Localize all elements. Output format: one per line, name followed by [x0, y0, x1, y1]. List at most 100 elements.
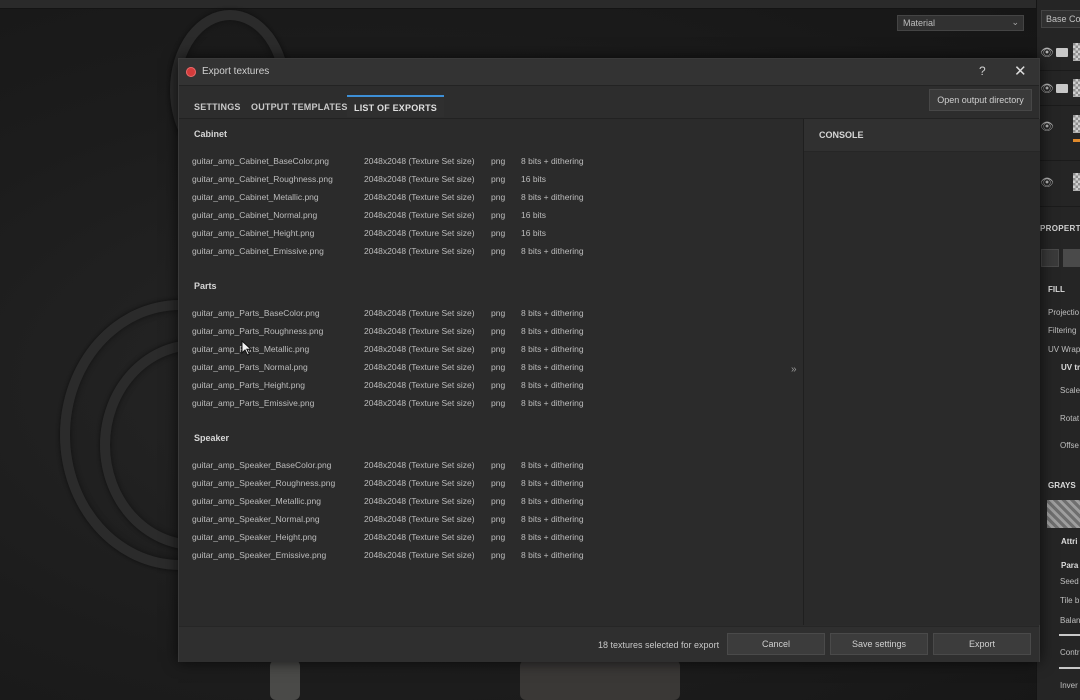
export-file-row[interactable]: guitar_amp_Speaker_BaseColor.png 2048x204…: [179, 457, 802, 475]
parameters-label[interactable]: Para: [1061, 561, 1078, 570]
export-file-row[interactable]: guitar_amp_Parts_Metallic.png2048x2048 (…: [179, 341, 802, 359]
channel-select[interactable]: Base Colo: [1041, 10, 1080, 28]
file-bit-depth: 8 bits + dithering: [521, 308, 584, 318]
export-file-row[interactable]: guitar_amp_Speaker_Metallic.png 2048x2048…: [179, 493, 802, 511]
tab-list-of-exports[interactable]: LIST OF EXPORTS: [347, 95, 445, 117]
export-button[interactable]: Export: [933, 633, 1031, 655]
amp-shape: [520, 660, 680, 700]
eye-icon[interactable]: 👁: [1040, 82, 1054, 95]
export-file-row[interactable]: guitar_amp_Speaker_Emissive.png 2048x2048…: [179, 547, 802, 565]
file-format: png: [491, 192, 506, 202]
file-format: png: [491, 156, 506, 166]
export-file-row[interactable]: guitar_amp_Cabinet_Emissive.png 2048x2048…: [179, 243, 802, 261]
file-bit-depth: 16 bits: [521, 228, 547, 238]
file-format: png: [491, 514, 506, 524]
export-textures-dialog: Export textures ? ✕ SETTINGS OUTPUT TEMP…: [178, 58, 1040, 662]
properties-tab[interactable]: [1041, 249, 1059, 267]
eye-icon[interactable]: 👁: [1040, 176, 1054, 189]
file-bit-depth: 8 bits + dithering: [521, 478, 584, 488]
file-name: guitar_amp_Parts_Roughness.png: [192, 326, 324, 336]
file-name: guitar_amp_Speaker_Roughness.png: [192, 478, 336, 488]
group-title: Parts: [194, 281, 217, 291]
contrast-label: Contr: [1060, 648, 1080, 657]
file-bit-depth: 16 bits: [521, 210, 547, 220]
file-format: png: [491, 174, 506, 184]
export-file-row[interactable]: guitar_amp_Speaker_Height.png 2048x2048 (…: [179, 529, 802, 547]
export-file-row[interactable]: guitar_amp_Parts_Emissive.png 2048x2048 (…: [179, 395, 802, 413]
layer-row[interactable]: 👁: [1037, 106, 1080, 161]
file-bit-depth: 8 bits + dithering: [521, 532, 584, 542]
file-name: guitar_amp_Speaker_Normal.png: [192, 514, 320, 524]
cancel-button[interactable]: Cancel: [727, 633, 825, 655]
uv-wrap-label: UV Wrap: [1048, 345, 1080, 354]
slider-track[interactable]: [1059, 634, 1080, 636]
file-name: guitar_amp_Parts_Emissive.png: [192, 398, 315, 408]
material-select[interactable]: Material ⌄: [897, 15, 1024, 31]
file-name: guitar_amp_Speaker_Emissive.png: [192, 550, 327, 560]
export-file-row[interactable]: guitar_amp_Cabinet_Roughness.png 2048x204…: [179, 171, 802, 189]
properties-title: PROPERT: [1040, 224, 1080, 233]
exports-list: Cabinet guitar_amp_Cabinet_BaseColor.png 2…: [179, 119, 802, 625]
dialog-title: Export textures: [202, 66, 270, 77]
file-format: png: [491, 228, 506, 238]
tab-output-templates[interactable]: OUTPUT TEMPLATES: [244, 95, 355, 117]
grayscale-thumbnail[interactable]: [1047, 500, 1080, 528]
eye-icon[interactable]: 👁: [1040, 120, 1054, 133]
export-file-row[interactable]: guitar_amp_Cabinet_Metallic.png 2048x2048…: [179, 189, 802, 207]
console-panel: CONSOLE: [803, 119, 1040, 625]
layer-row[interactable]: 👁: [1037, 162, 1080, 207]
expand-console-icon[interactable]: »: [791, 364, 797, 375]
export-file-row[interactable]: guitar_amp_Cabinet_BaseColor.png 2048x204…: [179, 153, 802, 171]
mask-bar: [1073, 139, 1080, 142]
file-size: 2048x2048 (Texture Set size): [364, 344, 475, 354]
file-size: 2048x2048 (Texture Set size): [364, 550, 475, 560]
file-bit-depth: 8 bits + dithering: [521, 326, 584, 336]
file-bit-depth: 8 bits + dithering: [521, 514, 584, 524]
file-bit-depth: 8 bits + dithering: [521, 362, 584, 372]
uv-transform-label[interactable]: UV tr: [1061, 363, 1080, 372]
export-file-row[interactable]: guitar_amp_Speaker_Normal.png 2048x2048 (…: [179, 511, 802, 529]
tab-settings[interactable]: SETTINGS: [187, 95, 248, 117]
dialog-titlebar[interactable]: Export textures ? ✕: [179, 59, 1039, 86]
file-format: png: [491, 532, 506, 542]
file-name: guitar_amp_Cabinet_Roughness.png: [192, 174, 333, 184]
open-output-directory-button[interactable]: Open output directory: [929, 89, 1032, 111]
layer-thumbnail: [1073, 43, 1080, 61]
console-title: CONSOLE: [819, 130, 864, 140]
export-file-row[interactable]: guitar_amp_Cabinet_Height.png 2048x2048 (…: [179, 225, 802, 243]
save-settings-button[interactable]: Save settings: [830, 633, 928, 655]
file-format: png: [491, 246, 506, 256]
scale-label: Scale: [1060, 386, 1080, 395]
export-file-row[interactable]: guitar_amp_Parts_BaseColor.png 2048x2048 …: [179, 305, 802, 323]
file-size: 2048x2048 (Texture Set size): [364, 228, 475, 238]
rotation-label: Rotat: [1060, 414, 1080, 423]
file-size: 2048x2048 (Texture Set size): [364, 496, 475, 506]
close-icon[interactable]: ✕: [1014, 62, 1027, 80]
export-file-row[interactable]: guitar_amp_Cabinet_Normal.png 2048x2048 (…: [179, 207, 802, 225]
layer-row[interactable]: 👁: [1037, 71, 1080, 106]
file-name: guitar_amp_Parts_Normal.png: [192, 362, 308, 372]
export-file-row[interactable]: guitar_amp_Parts_Roughness.png 2048x2048 …: [179, 323, 802, 341]
app-logo-icon: [186, 67, 196, 77]
file-size: 2048x2048 (Texture Set size): [364, 362, 475, 372]
file-format: png: [491, 308, 506, 318]
group-title: Speaker: [194, 433, 230, 443]
help-button[interactable]: ?: [979, 64, 986, 78]
file-size: 2048x2048 (Texture Set size): [364, 514, 475, 524]
slider-track[interactable]: [1059, 667, 1080, 669]
attributes-label[interactable]: Attri: [1061, 537, 1077, 546]
export-file-row[interactable]: guitar_amp_Parts_Normal.png 2048x2048 (Te…: [179, 359, 802, 377]
layer-row[interactable]: 👁: [1037, 36, 1080, 71]
properties-tab[interactable]: [1063, 249, 1080, 267]
invert-label: Inver: [1060, 681, 1078, 690]
eye-icon[interactable]: 👁: [1040, 46, 1054, 59]
file-format: png: [491, 496, 506, 506]
file-size: 2048x2048 (Texture Set size): [364, 478, 475, 488]
file-name: guitar_amp_Parts_BaseColor.png: [192, 308, 320, 318]
folder-icon: [1056, 84, 1068, 93]
amp-shape: [270, 660, 300, 700]
selection-status: 18 textures selected for export: [598, 640, 720, 650]
dialog-footer: 18 textures selected for export Cancel S…: [179, 626, 1039, 662]
export-file-row[interactable]: guitar_amp_Parts_Height.png 2048x2048 (Te…: [179, 377, 802, 395]
export-file-row[interactable]: guitar_amp_Speaker_Roughness.png 2048x204…: [179, 475, 802, 493]
